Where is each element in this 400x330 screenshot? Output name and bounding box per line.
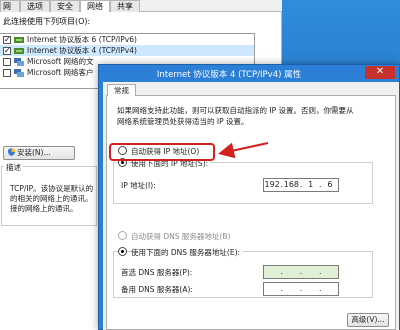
list-item-label: Microsoft 网络客户 — [27, 68, 94, 77]
install-button[interactable]: 安装(N)... — [3, 146, 75, 160]
checkbox[interactable] — [3, 57, 11, 66]
tab-sharing[interactable]: 共享 — [110, 0, 140, 12]
ip-address-field[interactable]: 192. 168. 1. 6 — [263, 178, 339, 192]
install-button-label: 安装(N)... — [17, 148, 51, 157]
auto-dns-label[interactable]: 自动获得 DNS 服务器地址(B) — [131, 231, 230, 242]
manual-dns-label[interactable]: 使用下面的 DNS 服务器地址(E): — [131, 247, 243, 258]
advanced-button[interactable]: 高级(V)... — [347, 313, 389, 327]
description-title: 描述 — [4, 162, 23, 173]
intro-text: 网络系统管理员处获得适当的 IP 设置。 — [117, 117, 249, 126]
dialog-body: 如果网络支持此功能，则可以获取自动指派的 IP 设置。否则，你需要从 网络系统管… — [103, 82, 399, 330]
alternate-dns-label: 备用 DNS 服务器(A): — [121, 285, 193, 294]
dialog-title: Internet 协议版本 4 (TCP/IPv4) 属性 — [156, 70, 302, 80]
ip-address-label: IP 地址(I): — [121, 181, 156, 190]
alternate-dns-field[interactable]: ... — [263, 282, 339, 296]
ip-octet: 168 — [283, 180, 300, 189]
checkbox[interactable] — [3, 45, 11, 56]
tab-network-partial[interactable]: 网络 — [0, 0, 20, 12]
list-item-label: Microsoft 网络的文 — [27, 57, 94, 66]
manual-dns-radio[interactable] — [118, 247, 127, 256]
network-protocol-icon — [14, 47, 24, 54]
tab-security[interactable]: 安全 — [50, 0, 80, 12]
properties-tabs: 网络 选项 安全 网络 共享 — [0, 0, 140, 12]
network-client-icon — [14, 57, 24, 66]
general-tab-page: 如果网络支持此功能，则可以获取自动指派的 IP 设置。否则，你需要从 网络系统管… — [106, 95, 396, 330]
network-client-icon — [14, 68, 24, 77]
dialog-titlebar[interactable]: Internet 协议版本 4 (TCP/IPv4) 属性 ✕ — [99, 65, 399, 82]
preferred-dns-label: 首选 DNS 服务器(P): — [121, 268, 193, 277]
list-item-label: Internet 协议版本 6 (TCP/IPv6) — [27, 35, 137, 44]
tab-general[interactable]: 常规 — [107, 84, 136, 96]
description-text: 接的网络上的通讯。 — [10, 204, 78, 213]
checkbox[interactable] — [3, 34, 11, 45]
checkbox[interactable] — [3, 68, 11, 77]
intro-text: 如果网络支持此功能，则可以获取自动指派的 IP 设置。否则，你需要从 — [117, 106, 354, 115]
ipv4-properties-dialog: Internet 协议版本 4 (TCP/IPv4) 属性 ✕ 如果网络支持此功… — [98, 64, 400, 330]
network-protocol-icon — [14, 36, 24, 43]
list-item[interactable]: Internet 协议版本 6 (TCP/IPv6) — [0, 34, 254, 45]
ip-octet: 6 — [327, 180, 333, 189]
preferred-dns-field[interactable]: ... — [263, 265, 339, 279]
ip-octet: 192 — [264, 180, 280, 189]
shield-icon — [8, 148, 15, 156]
close-icon[interactable]: ✕ — [365, 66, 395, 79]
list-item[interactable]: Internet 协议版本 4 (TCP/IPv4) — [0, 45, 254, 56]
connection-items-label: 此连接使用下列项目(O): — [3, 17, 91, 26]
tab-networking[interactable]: 网络 — [80, 0, 110, 12]
tab-options[interactable]: 选项 — [20, 0, 50, 12]
auto-dns-radio[interactable] — [118, 231, 127, 240]
annotation-highlight-box — [109, 143, 215, 161]
list-item-label: Internet 协议版本 4 (TCP/IPv4) — [27, 46, 137, 55]
ip-octet: 1 — [308, 180, 314, 189]
